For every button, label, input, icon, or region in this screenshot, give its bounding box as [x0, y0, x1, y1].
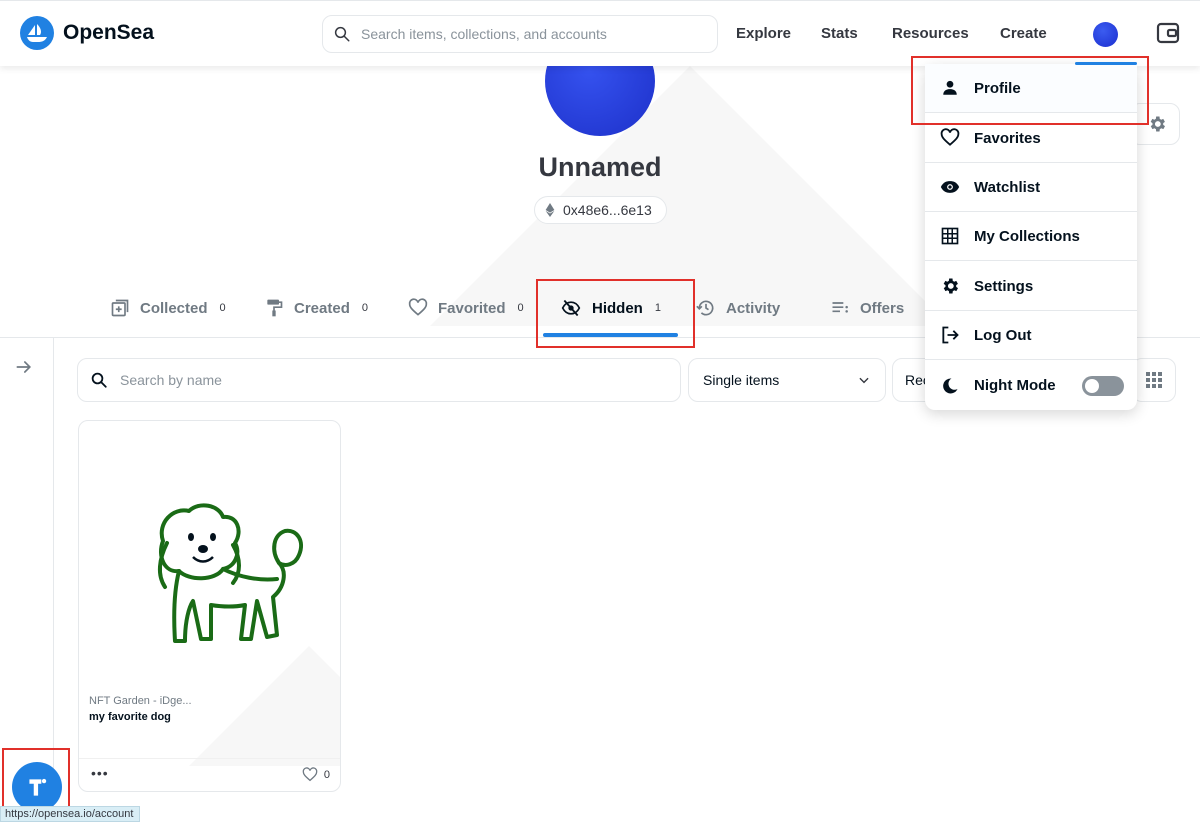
- tab-activity[interactable]: Activity: [696, 298, 780, 318]
- dog-drawing-image: [158, 503, 304, 643]
- item-type-value: Single items: [703, 372, 780, 388]
- wallet-icon: [1156, 22, 1180, 44]
- menu-item-profile-label: Profile: [974, 79, 1021, 97]
- nav-explore[interactable]: Explore: [736, 25, 791, 42]
- tab-favorited[interactable]: Favorited 0: [408, 298, 524, 318]
- nft-card[interactable]: NFT Garden - iDge... my favorite dog •••…: [78, 420, 341, 792]
- menu-item-night-mode-label: Night Mode: [974, 377, 1056, 394]
- global-search[interactable]: [322, 15, 718, 53]
- card-background-shape: [189, 646, 340, 766]
- tab-favorited-label: Favorited: [438, 299, 506, 317]
- heart-icon: [302, 767, 318, 782]
- table-grid-icon: [940, 226, 960, 246]
- menu-item-watchlist-label: Watchlist: [974, 178, 1041, 196]
- nav-resources[interactable]: Resources: [892, 25, 969, 42]
- more-options-icon[interactable]: •••: [91, 765, 109, 781]
- nav-stats[interactable]: Stats: [821, 25, 858, 42]
- menu-item-log-out-label: Log Out: [974, 326, 1032, 344]
- heart-icon: [940, 128, 960, 148]
- menu-item-night-mode: Night Mode: [925, 361, 1137, 410]
- tab-collected-label: Collected: [140, 299, 208, 317]
- moon-icon: [940, 376, 960, 396]
- menu-item-profile[interactable]: Profile: [925, 64, 1137, 113]
- tab-collected-count: 0: [219, 302, 226, 314]
- tab-offers-label: Offers: [860, 299, 905, 317]
- account-avatar-button[interactable]: [1093, 22, 1118, 47]
- expand-filters-button[interactable]: [14, 357, 34, 382]
- wallet-button[interactable]: [1156, 21, 1180, 50]
- card-item-name: my favorite dog: [89, 711, 171, 723]
- t-logo-icon: [29, 778, 47, 796]
- ethereum-icon: [545, 203, 555, 217]
- history-icon: [696, 300, 714, 316]
- sidebar-divider: [53, 338, 54, 822]
- logout-icon: [940, 325, 960, 345]
- tab-hidden-count: 1: [654, 302, 661, 314]
- menu-item-settings[interactable]: Settings: [925, 262, 1137, 311]
- wallet-address-text: 0x48e6...6e13: [563, 202, 652, 218]
- menu-item-watchlist[interactable]: Watchlist: [925, 163, 1137, 212]
- heart-icon: [408, 298, 428, 316]
- card-footer: ••• 0: [79, 758, 340, 791]
- gear-icon: [1150, 116, 1165, 132]
- card-favorite-count: 0: [323, 769, 330, 781]
- search-icon: [91, 372, 107, 388]
- eye-off-icon: [561, 299, 581, 317]
- tab-activity-label: Activity: [726, 299, 781, 317]
- chevron-down-icon: [859, 377, 869, 384]
- menu-item-favorites-label: Favorites: [974, 129, 1041, 147]
- tab-collected[interactable]: Collected 0: [110, 298, 226, 318]
- user-icon: [940, 78, 960, 98]
- tab-hidden-label: Hidden: [592, 299, 643, 317]
- eye-icon: [940, 177, 960, 197]
- tab-offers[interactable]: Offers: [830, 298, 904, 318]
- paint-roller-icon: [267, 299, 283, 317]
- opensea-ship-icon: [20, 16, 54, 50]
- list-icon: [832, 302, 848, 313]
- item-search[interactable]: [77, 358, 681, 402]
- menu-item-my-collections-label: My Collections: [974, 227, 1080, 245]
- item-type-select[interactable]: Single items: [688, 358, 886, 402]
- profile-settings-button[interactable]: [1130, 103, 1180, 145]
- menu-accent-bar: [1075, 62, 1137, 65]
- profile-background-shape: [430, 66, 950, 326]
- menu-item-settings-label: Settings: [974, 277, 1034, 295]
- opensea-logo[interactable]: OpenSea: [20, 16, 154, 50]
- top-navbar: OpenSea Explore Stats Resources Create: [0, 0, 1200, 66]
- collected-icon: [111, 299, 129, 317]
- tab-created-count: 0: [361, 302, 368, 314]
- active-tab-indicator: [543, 333, 678, 337]
- logo-text: OpenSea: [63, 21, 155, 44]
- global-search-input[interactable]: [361, 26, 701, 42]
- nav-create[interactable]: Create: [1000, 25, 1047, 42]
- grid-view-button[interactable]: [1132, 358, 1176, 402]
- card-collection-name[interactable]: NFT Garden - iDge...: [89, 695, 192, 707]
- tab-created[interactable]: Created 0: [264, 298, 368, 318]
- menu-item-my-collections[interactable]: My Collections: [925, 212, 1137, 261]
- tab-hidden[interactable]: Hidden 1: [560, 298, 661, 318]
- tab-created-label: Created: [294, 299, 350, 317]
- card-favorite-button[interactable]: 0: [302, 767, 330, 783]
- tab-favorited-count: 0: [517, 302, 524, 314]
- wallet-address[interactable]: 0x48e6...6e13: [534, 196, 667, 224]
- arrow-right-icon: [16, 361, 32, 373]
- grid-icon: [1146, 372, 1162, 388]
- status-bar-url: https://opensea.io/account: [0, 806, 141, 822]
- assistant-fab-button[interactable]: [12, 762, 62, 812]
- search-icon: [334, 26, 350, 42]
- menu-item-log-out[interactable]: Log Out: [925, 311, 1137, 360]
- night-mode-toggle[interactable]: [1082, 376, 1124, 396]
- account-dropdown-menu: Profile Favorites Watchlist My Collectio…: [925, 64, 1137, 410]
- menu-item-favorites[interactable]: Favorites: [925, 114, 1137, 163]
- gear-icon: [940, 276, 960, 296]
- item-search-input[interactable]: [120, 372, 660, 388]
